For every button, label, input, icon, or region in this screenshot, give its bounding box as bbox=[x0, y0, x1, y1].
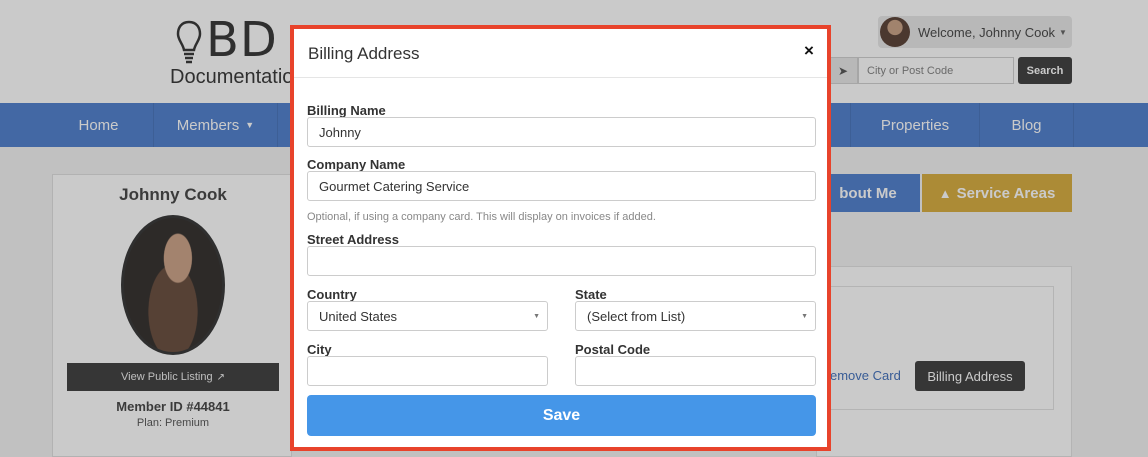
billing-name-label: Billing Name bbox=[307, 103, 386, 118]
country-label: Country bbox=[307, 287, 357, 302]
city-label: City bbox=[307, 342, 332, 357]
modal-header: Billing Address × bbox=[294, 29, 827, 78]
street-address-label: Street Address bbox=[307, 232, 399, 247]
billing-address-modal: Billing Address × Billing Name Company N… bbox=[290, 25, 831, 451]
chevron-down-icon: ▼ bbox=[801, 313, 808, 320]
company-help-text: Optional, if using a company card. This … bbox=[307, 211, 656, 223]
state-label: State bbox=[575, 287, 607, 302]
close-icon[interactable]: × bbox=[804, 41, 814, 61]
modal-title: Billing Address bbox=[308, 44, 420, 63]
chevron-down-icon: ▼ bbox=[533, 313, 540, 320]
country-value: United States bbox=[319, 308, 398, 324]
country-select[interactable]: United States ▼ bbox=[307, 301, 548, 331]
postal-code-input[interactable] bbox=[575, 356, 816, 386]
postal-code-label: Postal Code bbox=[575, 342, 651, 357]
save-button[interactable]: Save bbox=[307, 395, 816, 436]
city-input[interactable] bbox=[307, 356, 548, 386]
company-name-input[interactable] bbox=[307, 171, 816, 201]
billing-name-input[interactable] bbox=[307, 117, 816, 147]
state-select[interactable]: (Select from List) ▼ bbox=[575, 301, 816, 331]
street-address-input[interactable] bbox=[307, 246, 816, 276]
state-value: (Select from List) bbox=[587, 308, 686, 324]
company-name-label: Company Name bbox=[307, 157, 406, 172]
